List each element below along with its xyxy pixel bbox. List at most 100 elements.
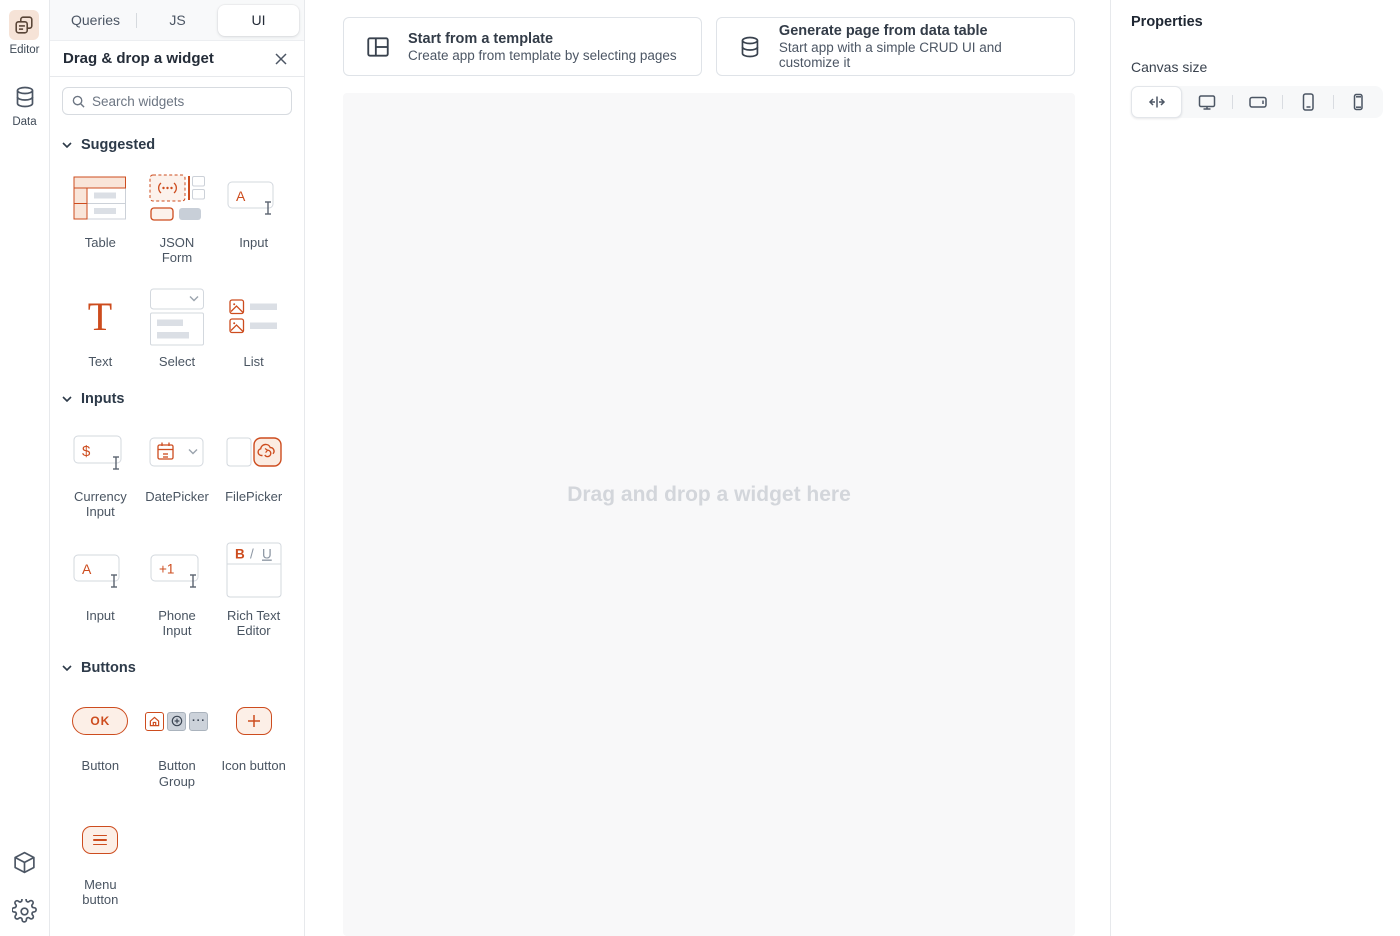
editor-tabbar: Queries JS UI (50, 0, 304, 41)
canvas-size-segmented-control (1131, 86, 1383, 118)
select-widget-icon (149, 288, 205, 346)
tab-queries[interactable]: Queries (55, 5, 136, 36)
starter-cards: Start from a template Create app from te… (305, 0, 1110, 76)
widget-card-button-group[interactable]: ··· Button Group (139, 692, 216, 789)
tablet-portrait-icon (1298, 92, 1318, 112)
widget-card-icon-button[interactable]: Icon button (215, 692, 292, 789)
buttons-grid: OK Button ··· Button Group (62, 692, 292, 907)
chevron-down-icon (62, 396, 72, 402)
filepicker-widget-icon (226, 423, 282, 481)
icon-button-widget-icon (236, 707, 272, 735)
widget-card-rich-text-editor[interactable]: B / U Rich Text Editor (215, 542, 292, 639)
settings-gear-icon[interactable] (12, 899, 37, 924)
rail-item-data[interactable]: Data (10, 82, 40, 128)
database-icon (738, 34, 762, 60)
phone-input-widget-icon: +1 (150, 542, 204, 600)
widget-card-filepicker[interactable]: FilePicker (215, 423, 292, 520)
widget-card-datepicker[interactable]: DatePicker (139, 423, 216, 520)
section-inputs[interactable]: Inputs (62, 391, 292, 407)
input-widget-icon: A (73, 542, 127, 600)
svg-text:U: U (262, 546, 272, 561)
widget-panel: Queries JS UI Drag & drop a widget Sugge… (50, 0, 305, 936)
properties-title: Properties (1131, 14, 1382, 30)
plus-circle-icon (167, 712, 186, 731)
chevron-down-icon (62, 665, 72, 671)
mobile-icon (1348, 92, 1368, 112)
app-rail: Editor Data (0, 0, 50, 936)
widget-list: Suggested Table (50, 115, 304, 936)
svg-text:B: B (235, 546, 245, 561)
text-widget-icon: T (80, 288, 120, 346)
input-widget-icon: A (227, 169, 281, 227)
section-suggested[interactable]: Suggested (62, 137, 292, 153)
rail-item-editor[interactable]: Editor (9, 10, 39, 56)
widget-card-list[interactable]: List (215, 288, 292, 369)
datepicker-widget-icon (149, 423, 205, 481)
ellipsis-icon: ··· (189, 712, 208, 731)
tab-js[interactable]: JS (137, 5, 218, 36)
widget-search[interactable] (62, 87, 292, 115)
main-area: Start from a template Create app from te… (305, 0, 1110, 936)
svg-text:+1: +1 (159, 561, 174, 576)
svg-text:$: $ (82, 443, 91, 460)
svg-text:T: T (88, 295, 112, 339)
button-group-widget-icon: ··· (145, 712, 208, 731)
json-form-widget-icon (149, 169, 205, 227)
search-input[interactable] (92, 94, 282, 109)
widget-card-input[interactable]: A Input (215, 169, 292, 266)
widget-card-select[interactable]: Select (139, 288, 216, 369)
plus-icon (247, 714, 261, 728)
canvas-drop-area[interactable]: Drag and drop a widget here (343, 93, 1075, 936)
widget-card-text[interactable]: T Text (62, 288, 139, 369)
suggested-grid: Table JSON Form (62, 169, 292, 369)
card-subtitle: Create app from template by selecting pa… (408, 48, 677, 63)
rail-data-label: Data (12, 116, 36, 128)
rail-editor-label: Editor (9, 44, 39, 56)
canvas-size-label: Canvas size (1131, 59, 1382, 75)
widget-panel-title: Drag & drop a widget (63, 50, 214, 67)
section-buttons[interactable]: Buttons (62, 660, 292, 676)
search-icon (72, 95, 85, 108)
svg-text:A: A (236, 188, 246, 204)
tab-ui[interactable]: UI (218, 5, 299, 36)
template-icon (365, 34, 391, 60)
widget-card-json-form[interactable]: JSON Form (139, 169, 216, 266)
widget-card-button[interactable]: OK Button (62, 692, 139, 789)
widget-panel-header: Drag & drop a widget (50, 41, 304, 77)
size-desktop-button[interactable] (1182, 86, 1231, 118)
editor-icon (9, 10, 39, 40)
menu-button-widget-icon (82, 826, 118, 854)
desktop-icon (1197, 92, 1217, 112)
button-widget-icon: OK (72, 707, 128, 735)
table-widget-icon (73, 169, 127, 227)
inputs-grid: $ Currency Input (62, 423, 292, 638)
size-tablet-button[interactable] (1283, 86, 1332, 118)
rich-text-editor-widget-icon: B / U (226, 542, 282, 600)
generate-from-data-card[interactable]: Generate page from data table Start app … (716, 17, 1075, 76)
widget-card-input2[interactable]: A Input (62, 542, 139, 639)
search-wrap (50, 77, 304, 115)
widget-card-phone-input[interactable]: +1 Phone Input (139, 542, 216, 639)
size-mobile-button[interactable] (1334, 86, 1383, 118)
widget-card-table[interactable]: Table (62, 169, 139, 266)
home-icon (145, 712, 164, 731)
fluid-width-icon (1147, 92, 1167, 112)
chevron-down-icon (62, 142, 72, 148)
database-icon (10, 82, 40, 112)
svg-text:/: / (250, 546, 254, 561)
card-subtitle: Start app with a simple CRUD UI and cust… (779, 40, 1053, 70)
currency-input-widget-icon: $ (73, 423, 127, 481)
close-icon[interactable] (271, 49, 291, 69)
list-widget-icon (229, 288, 279, 346)
properties-panel: Properties Canvas size (1110, 0, 1400, 936)
size-fluid-button[interactable] (1131, 86, 1182, 118)
card-title: Generate page from data table (779, 23, 1053, 39)
tablet-landscape-icon (1248, 92, 1268, 112)
start-from-template-card[interactable]: Start from a template Create app from te… (343, 17, 702, 76)
card-title: Start from a template (408, 31, 677, 47)
widget-card-menu-button[interactable]: Menu button (62, 811, 139, 908)
widget-card-currency-input[interactable]: $ Currency Input (62, 423, 139, 520)
libraries-cube-icon[interactable] (12, 850, 37, 875)
size-tablet-landscape-button[interactable] (1233, 86, 1282, 118)
rail-bottom (12, 850, 37, 924)
